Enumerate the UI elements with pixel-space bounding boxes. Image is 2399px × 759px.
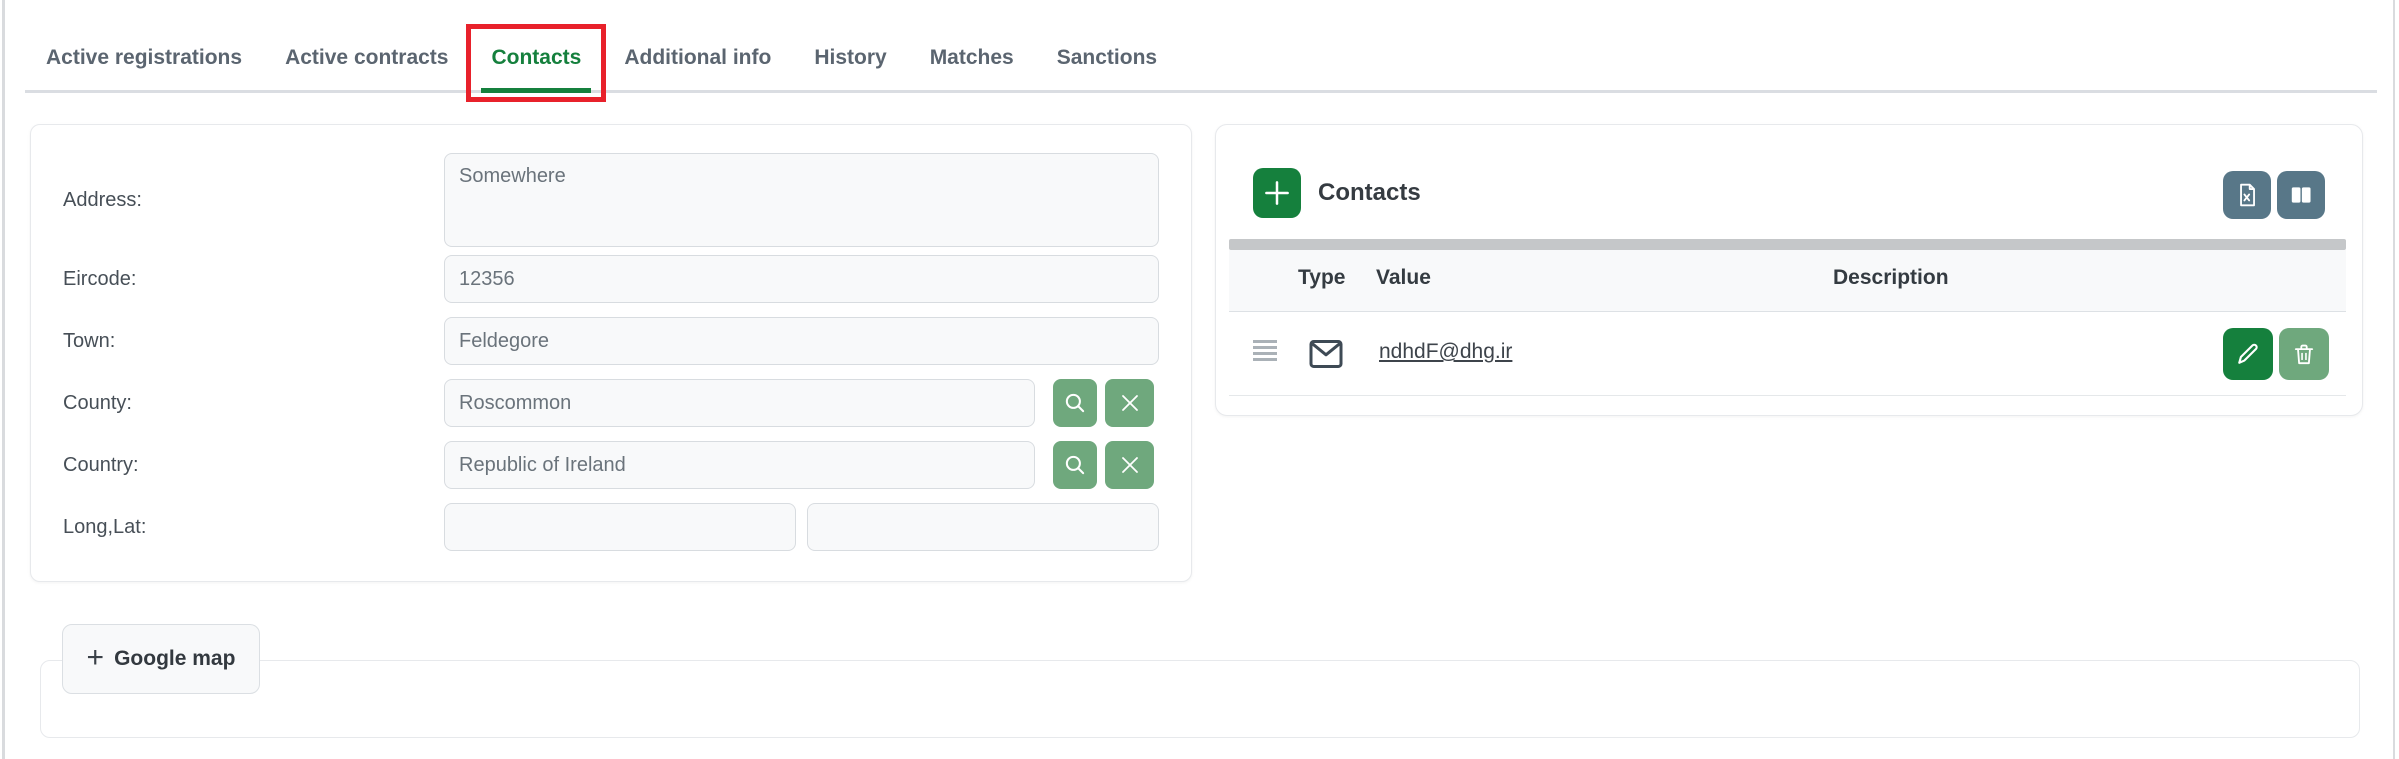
trash-icon xyxy=(2291,341,2317,367)
window-edge-left xyxy=(2,0,5,759)
eircode-input[interactable] xyxy=(444,255,1159,303)
file-excel-icon xyxy=(2234,182,2260,208)
columns-layout-button[interactable] xyxy=(2277,171,2325,219)
tab-label: Active contracts xyxy=(285,46,448,70)
tab-active-registrations[interactable]: Active registrations xyxy=(32,22,256,93)
address-label: Address: xyxy=(63,187,142,213)
country-lookup-button[interactable] xyxy=(1053,441,1097,489)
town-input[interactable] xyxy=(444,317,1159,365)
latitude-input[interactable] xyxy=(807,503,1159,551)
add-contact-button[interactable] xyxy=(1253,168,1301,218)
address-form-card: Address: Somewhere Eircode: Town: County… xyxy=(30,124,1192,582)
longlat-label: Long,Lat: xyxy=(63,514,146,540)
tab-label: Active registrations xyxy=(46,46,242,70)
window-edge-right xyxy=(2393,0,2395,759)
contact-table-row: ndhdF@dhg.ir xyxy=(1229,312,2346,396)
tab-label: History xyxy=(814,46,886,70)
eircode-label: Eircode: xyxy=(63,266,136,292)
tab-history[interactable]: History xyxy=(800,22,900,93)
tab-contacts[interactable]: Contacts xyxy=(477,22,595,93)
column-header-description: Description xyxy=(1833,266,1949,290)
search-icon xyxy=(1062,390,1088,416)
tab-label: Contacts xyxy=(491,46,581,70)
county-label: County: xyxy=(63,390,132,416)
country-label: Country: xyxy=(63,452,139,478)
export-excel-button[interactable] xyxy=(2223,171,2271,219)
longitude-input[interactable] xyxy=(444,503,796,551)
google-map-button-label: Google map xyxy=(114,647,235,671)
contacts-panel-title: Contacts xyxy=(1318,179,1421,207)
contacts-table-header: Type Value Description xyxy=(1229,250,2346,312)
contact-value-link[interactable]: ndhdF@dhg.ir xyxy=(1379,340,1512,364)
tab-sanctions[interactable]: Sanctions xyxy=(1043,22,1171,93)
plus-icon: + xyxy=(87,643,105,673)
tab-label: Additional info xyxy=(624,46,771,70)
county-lookup-button[interactable] xyxy=(1053,379,1097,427)
town-label: Town: xyxy=(63,328,115,354)
columns-icon xyxy=(2288,182,2314,208)
google-map-toggle-button[interactable]: + Google map xyxy=(62,624,260,694)
search-icon xyxy=(1062,452,1088,478)
delete-contact-button[interactable] xyxy=(2279,328,2329,380)
column-header-type: Type xyxy=(1298,266,1345,290)
edit-contact-button[interactable] xyxy=(2223,328,2273,380)
tab-bar: Active registrations Active contracts Co… xyxy=(32,22,1171,93)
column-header-value: Value xyxy=(1376,266,1431,290)
country-clear-button[interactable] xyxy=(1105,441,1154,489)
close-icon xyxy=(1118,453,1142,477)
address-input[interactable]: Somewhere xyxy=(444,153,1159,247)
county-clear-button[interactable] xyxy=(1105,379,1154,427)
tab-matches[interactable]: Matches xyxy=(916,22,1028,93)
tab-active-contracts[interactable]: Active contracts xyxy=(271,22,462,93)
country-input[interactable] xyxy=(444,441,1035,489)
tab-label: Sanctions xyxy=(1057,46,1157,70)
pencil-icon xyxy=(2234,340,2262,368)
google-map-panel xyxy=(40,660,2360,738)
plus-icon xyxy=(1262,178,1292,208)
close-icon xyxy=(1118,391,1142,415)
tab-additional-info[interactable]: Additional info xyxy=(610,22,785,93)
drag-handle-icon[interactable] xyxy=(1253,340,1277,364)
contacts-panel: Contacts Type Value Description ndhdF@dh… xyxy=(1215,124,2363,416)
table-horizontal-scrollbar[interactable] xyxy=(1229,239,2346,250)
email-envelope-icon xyxy=(1306,334,1346,374)
tab-label: Matches xyxy=(930,46,1014,70)
county-input[interactable] xyxy=(444,379,1035,427)
